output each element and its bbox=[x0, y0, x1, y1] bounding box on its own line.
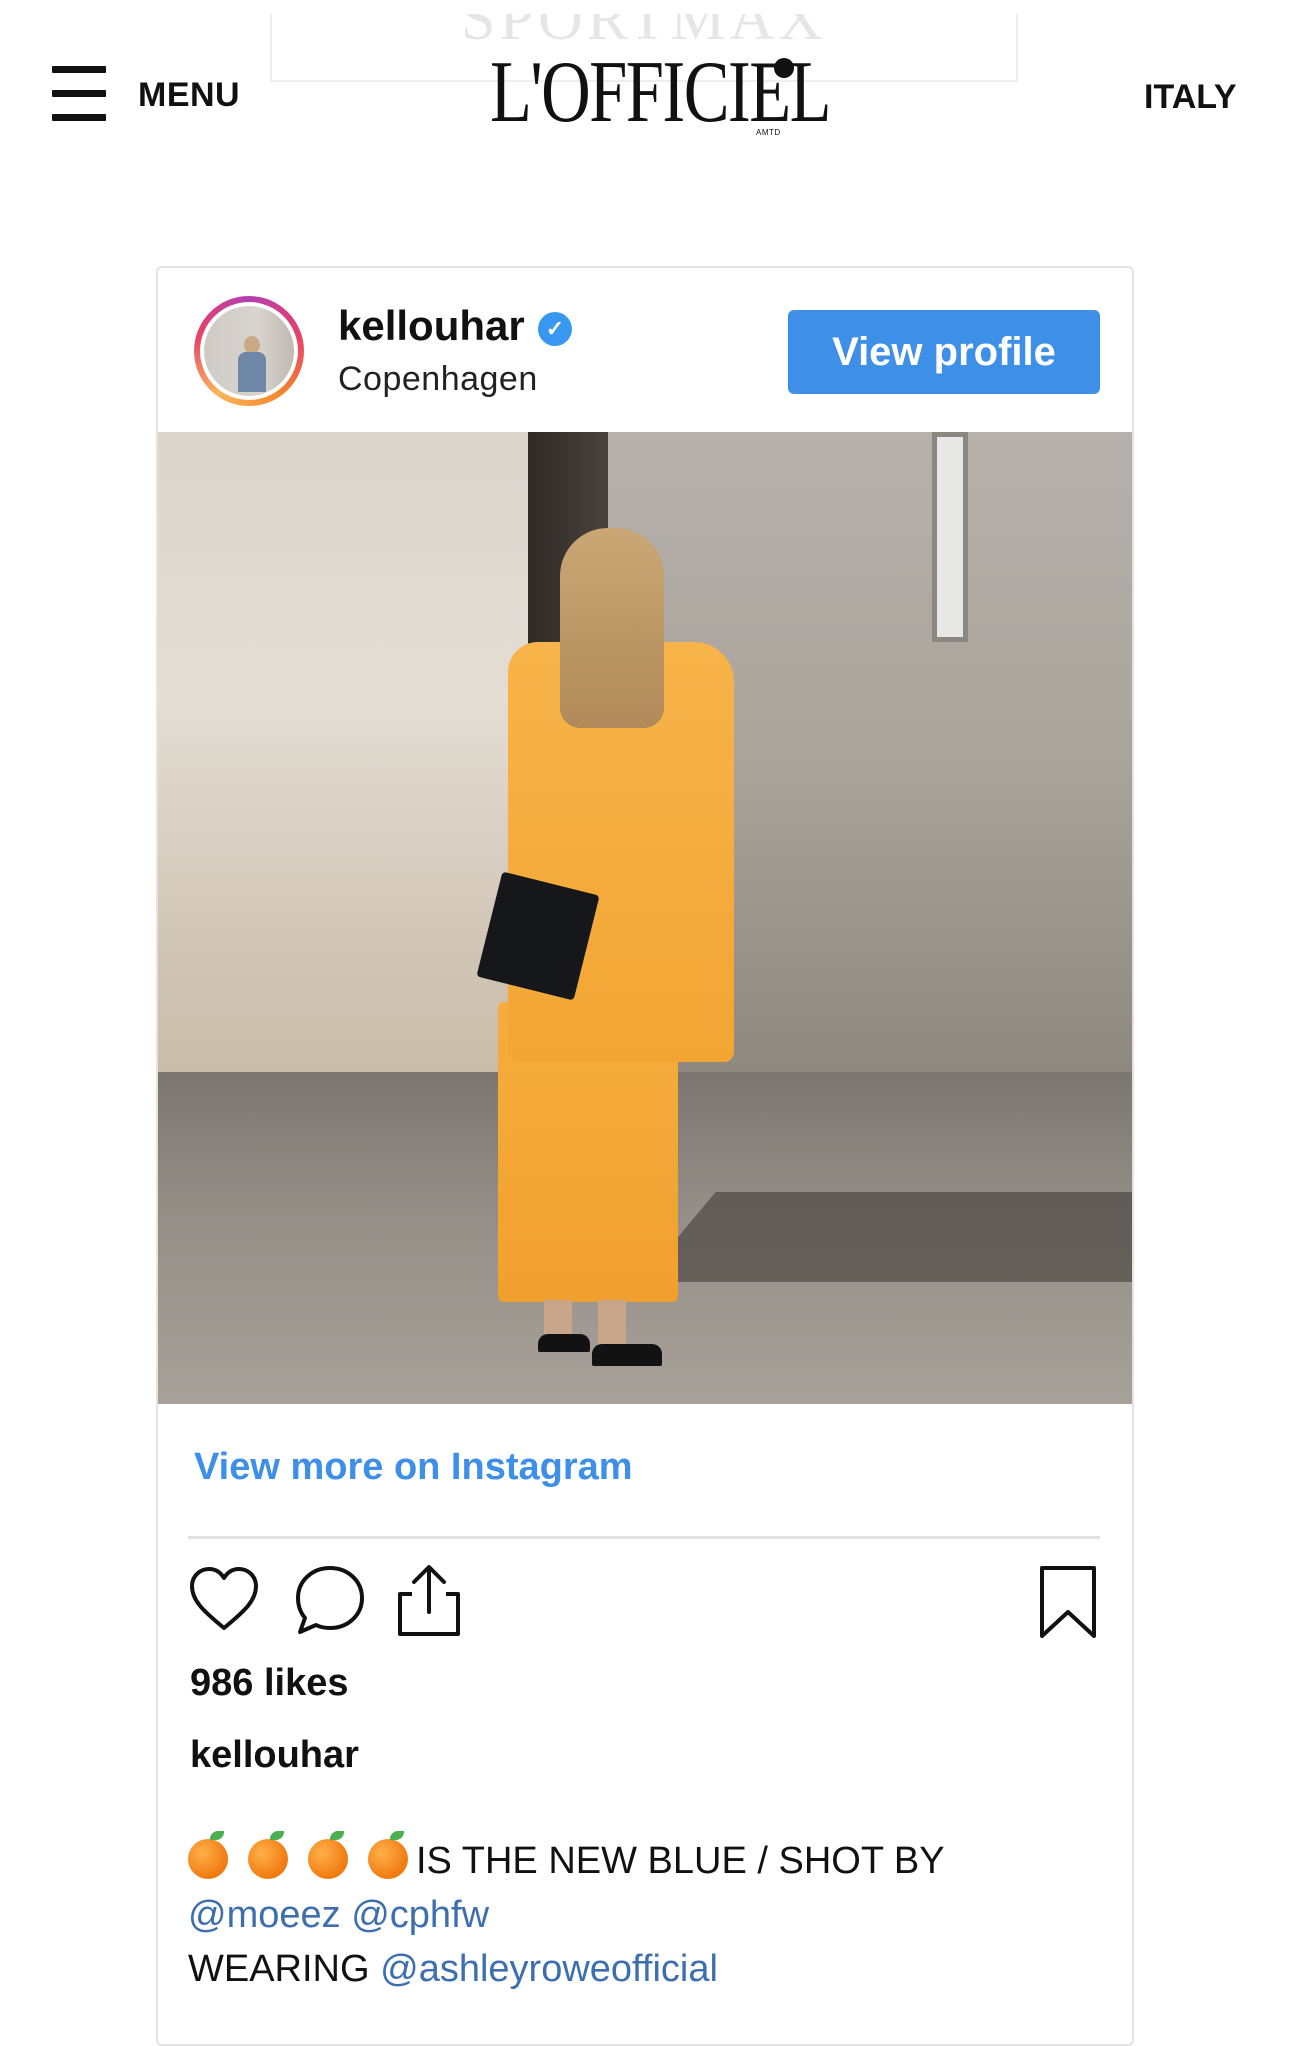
heart-icon[interactable] bbox=[188, 1566, 260, 1632]
mention-link[interactable]: @moeez bbox=[188, 1894, 341, 1936]
divider bbox=[188, 1536, 1100, 1539]
hamburger-menu-icon[interactable] bbox=[52, 66, 106, 122]
caption-line-2: @moeez @cphfw bbox=[188, 1888, 1108, 1942]
caption-username[interactable]: kellouhar bbox=[190, 1734, 359, 1777]
post-image[interactable] bbox=[158, 432, 1132, 1404]
region-selector[interactable]: ITALY bbox=[1144, 78, 1237, 117]
caption-text: IS THE NEW BLUE / SHOT BY bbox=[416, 1840, 945, 1882]
verified-badge-icon: ✓ bbox=[538, 312, 572, 346]
profile-username[interactable]: kellouhar bbox=[338, 302, 525, 350]
caption-wearing-label: WEARING bbox=[188, 1948, 370, 1990]
instagram-embed-card: kellouhar ✓ Copenhagen View profile View… bbox=[156, 266, 1134, 2046]
orange-emoji-icon bbox=[188, 1831, 228, 1879]
profile-avatar[interactable] bbox=[194, 296, 304, 406]
likes-count[interactable]: 986 likes bbox=[190, 1662, 348, 1705]
orange-emoji-icon bbox=[308, 1831, 348, 1879]
caption-line-3: WEARING @ashleyroweofficial bbox=[188, 1942, 1108, 1996]
orange-emoji-icon bbox=[368, 1831, 408, 1879]
post-location[interactable]: Copenhagen bbox=[338, 360, 538, 399]
share-icon[interactable] bbox=[394, 1562, 464, 1640]
site-logo[interactable]: L'OFFICIEL bbox=[490, 48, 832, 138]
menu-button[interactable]: MENU bbox=[138, 76, 240, 115]
avatar-image bbox=[204, 306, 294, 396]
post-caption: IS THE NEW BLUE / SHOT BY @moeez @cphfw … bbox=[188, 1831, 1108, 1996]
view-profile-button[interactable]: View profile bbox=[788, 310, 1100, 394]
comment-icon[interactable] bbox=[292, 1564, 368, 1638]
bookmark-icon[interactable] bbox=[1038, 1564, 1098, 1640]
mention-link[interactable]: @ashleyroweofficial bbox=[380, 1948, 718, 1990]
logo-emblem-icon bbox=[774, 58, 794, 78]
mention-link[interactable]: @cphfw bbox=[351, 1894, 489, 1936]
orange-emoji-icon bbox=[248, 1831, 288, 1879]
logo-subtitle: AMTD bbox=[756, 128, 781, 137]
view-more-on-instagram-link[interactable]: View more on Instagram bbox=[194, 1446, 633, 1489]
caption-line-1: IS THE NEW BLUE / SHOT BY bbox=[188, 1831, 1108, 1888]
